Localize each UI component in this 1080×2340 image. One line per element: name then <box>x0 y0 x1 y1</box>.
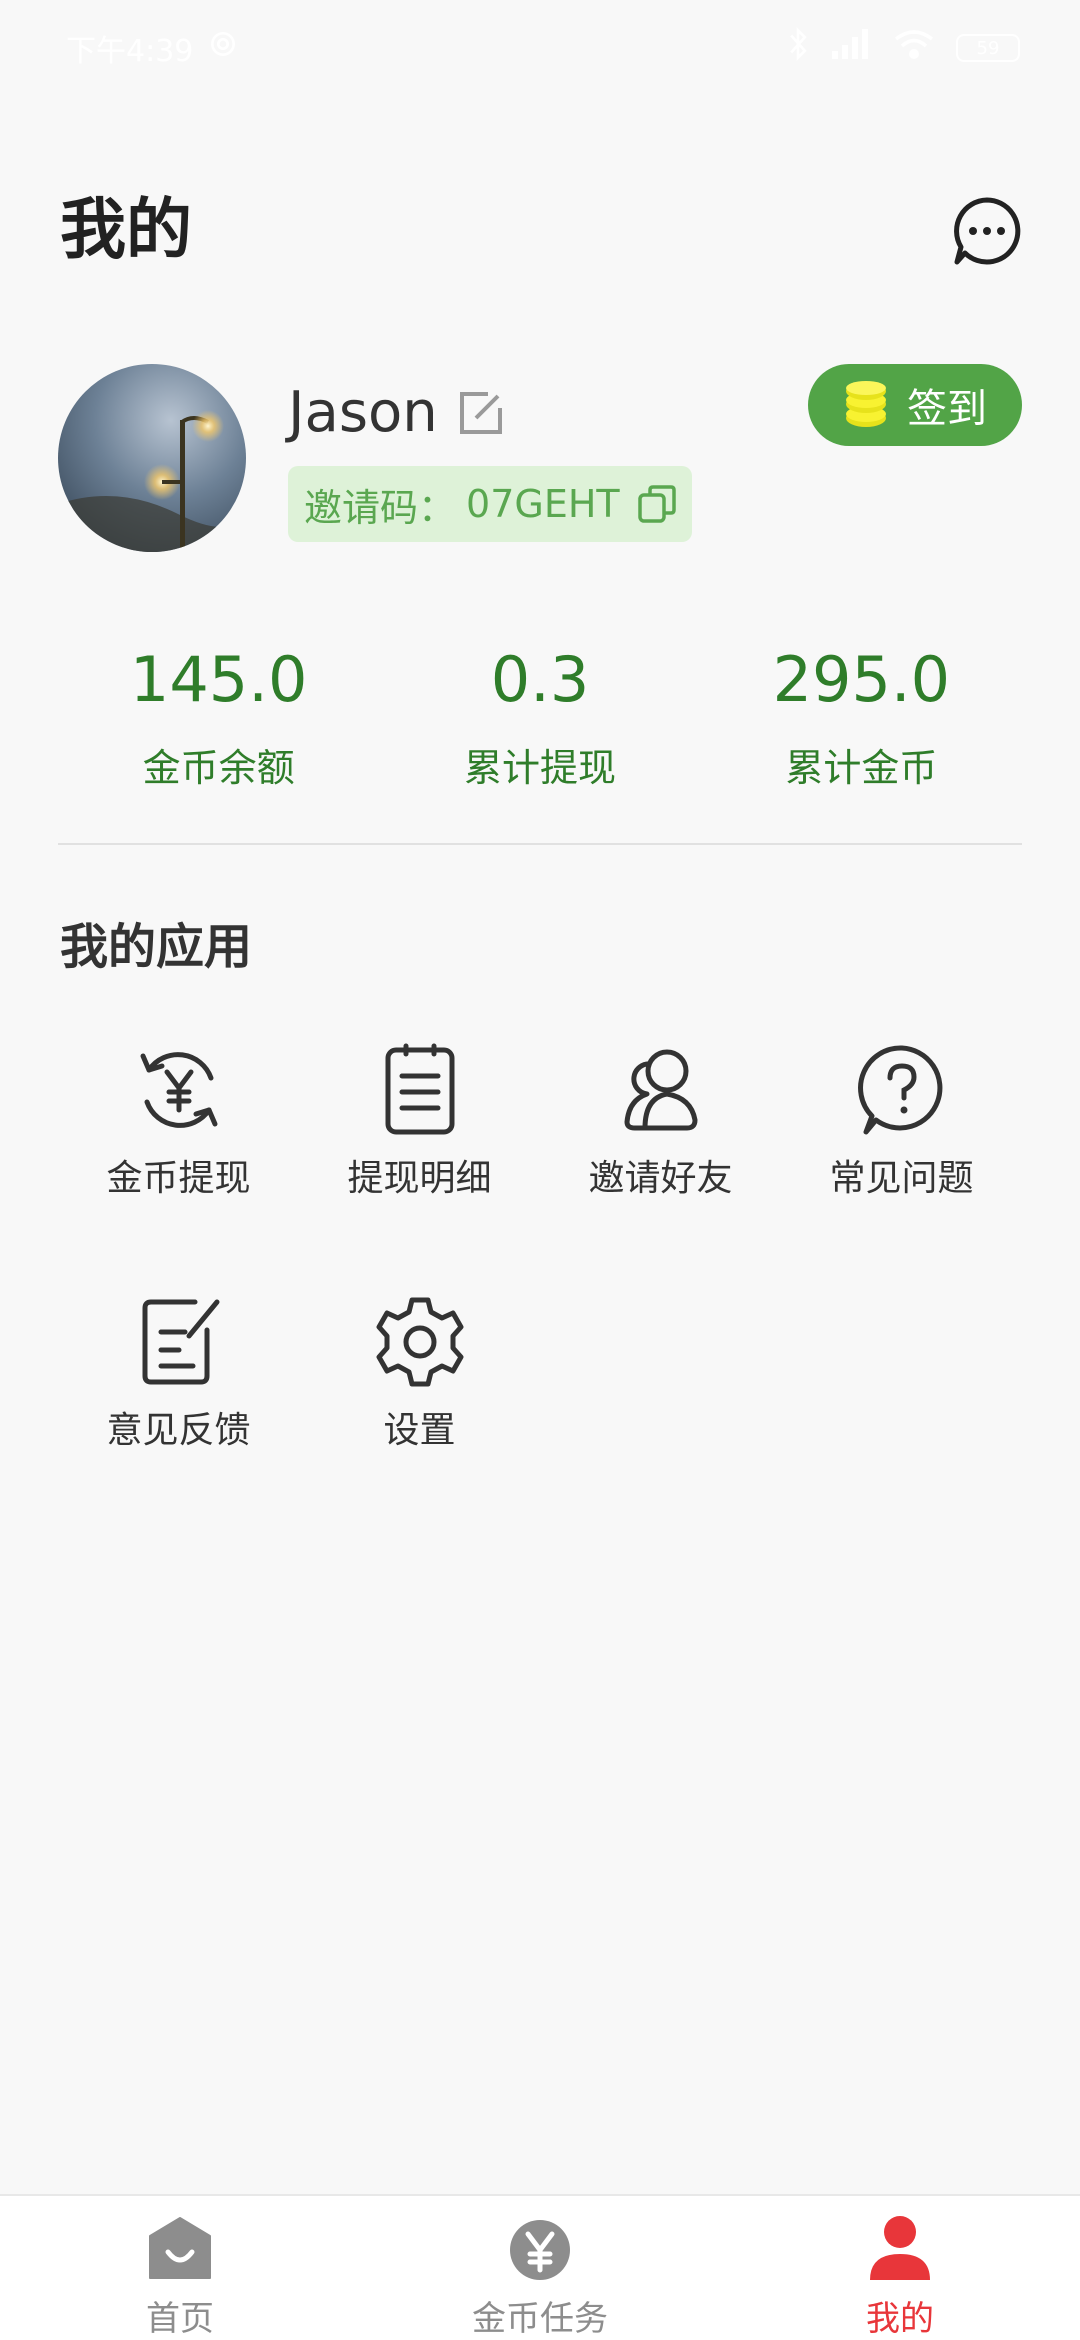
sign-in-label: 签到 <box>907 386 987 432</box>
nav-profile[interactable]: 我的 <box>720 2196 1080 2340</box>
bottom-nav: 首页 金币任务 我的 <box>0 2194 1080 2340</box>
invite-code-box[interactable]: 邀请码： 07GEHT <box>288 466 692 542</box>
app-label: 金币提现 <box>106 1158 251 1199</box>
copy-icon[interactable] <box>636 483 678 525</box>
app-coin-withdraw[interactable]: 金币提现 <box>58 1040 299 1204</box>
app-invite-friends[interactable]: 邀请好友 <box>540 1040 781 1204</box>
stats-row: 145.0 金币余额 0.3 累计提现 295.0 累计金币 <box>58 630 1022 796</box>
edit-icon[interactable] <box>458 390 504 436</box>
battery-icon: 59 <box>956 34 1020 62</box>
app-settings[interactable]: 设置 <box>299 1292 540 1456</box>
invite-code: 07GEHT <box>466 482 620 526</box>
nav-label: 首页 <box>146 2299 214 2339</box>
app-label: 常见问题 <box>829 1158 974 1199</box>
list-document-icon <box>370 1040 470 1140</box>
invite-friends-icon <box>611 1040 711 1140</box>
app-label: 设置 <box>383 1410 456 1451</box>
app-label: 意见反馈 <box>106 1410 251 1451</box>
stat-label: 累计提现 <box>463 746 616 790</box>
username-row: Jason <box>288 378 504 448</box>
yen-exchange-icon <box>129 1040 229 1140</box>
feedback-edit-icon <box>129 1292 229 1392</box>
section-title-my-apps: 我的应用 <box>60 919 253 975</box>
stat-label: 金币余额 <box>142 746 295 790</box>
sign-in-button[interactable]: 签到 <box>808 364 1022 446</box>
screen: 下午4:39 59 我的 Jason 邀请码： 07GEHT 签到 145.0 … <box>0 0 1080 2340</box>
stat-value: 145.0 <box>129 643 308 716</box>
stat-value: 295.0 <box>772 643 951 716</box>
app-label: 邀请好友 <box>588 1158 733 1199</box>
divider <box>58 843 1022 845</box>
stat-label: 累计金币 <box>785 746 938 790</box>
signal-icon <box>832 29 872 67</box>
bluetooth-icon <box>786 27 810 69</box>
app-feedback[interactable]: 意见反馈 <box>58 1292 299 1456</box>
page-title: 我的 <box>60 191 192 268</box>
nav-home[interactable]: 首页 <box>0 2196 360 2340</box>
wifi-icon <box>894 29 934 67</box>
settings-icon <box>370 1292 470 1392</box>
stat-value: 0.3 <box>490 643 590 716</box>
status-right: 59 <box>786 27 1020 69</box>
app-faq[interactable]: 常见问题 <box>781 1040 1022 1204</box>
coin-task-icon <box>504 2214 576 2286</box>
status-time: 下午4:39 <box>66 34 194 69</box>
app-label: 提现明细 <box>347 1158 492 1199</box>
chat-bubble-icon[interactable] <box>952 196 1022 266</box>
avatar[interactable] <box>58 364 246 552</box>
username: Jason <box>288 380 438 445</box>
stat-total-withdrawn[interactable]: 0.3 累计提现 <box>379 630 700 796</box>
stat-coin-balance[interactable]: 145.0 金币余额 <box>58 630 379 796</box>
app-withdraw-details[interactable]: 提现明细 <box>299 1040 540 1204</box>
status-bar: 下午4:39 59 <box>0 0 1080 96</box>
status-left: 下午4:39 <box>66 26 239 70</box>
nav-label: 我的 <box>866 2299 934 2339</box>
coin-stack-icon <box>843 380 889 430</box>
question-icon <box>852 1040 952 1140</box>
home-icon <box>144 2214 216 2286</box>
stat-total-coins[interactable]: 295.0 累计金币 <box>701 630 1022 796</box>
nav-coin-tasks[interactable]: 金币任务 <box>360 2196 720 2340</box>
profile-icon <box>864 2214 936 2286</box>
nav-label: 金币任务 <box>472 2299 608 2339</box>
invite-label: 邀请码： <box>304 485 457 530</box>
settings-gear-icon <box>207 28 239 68</box>
